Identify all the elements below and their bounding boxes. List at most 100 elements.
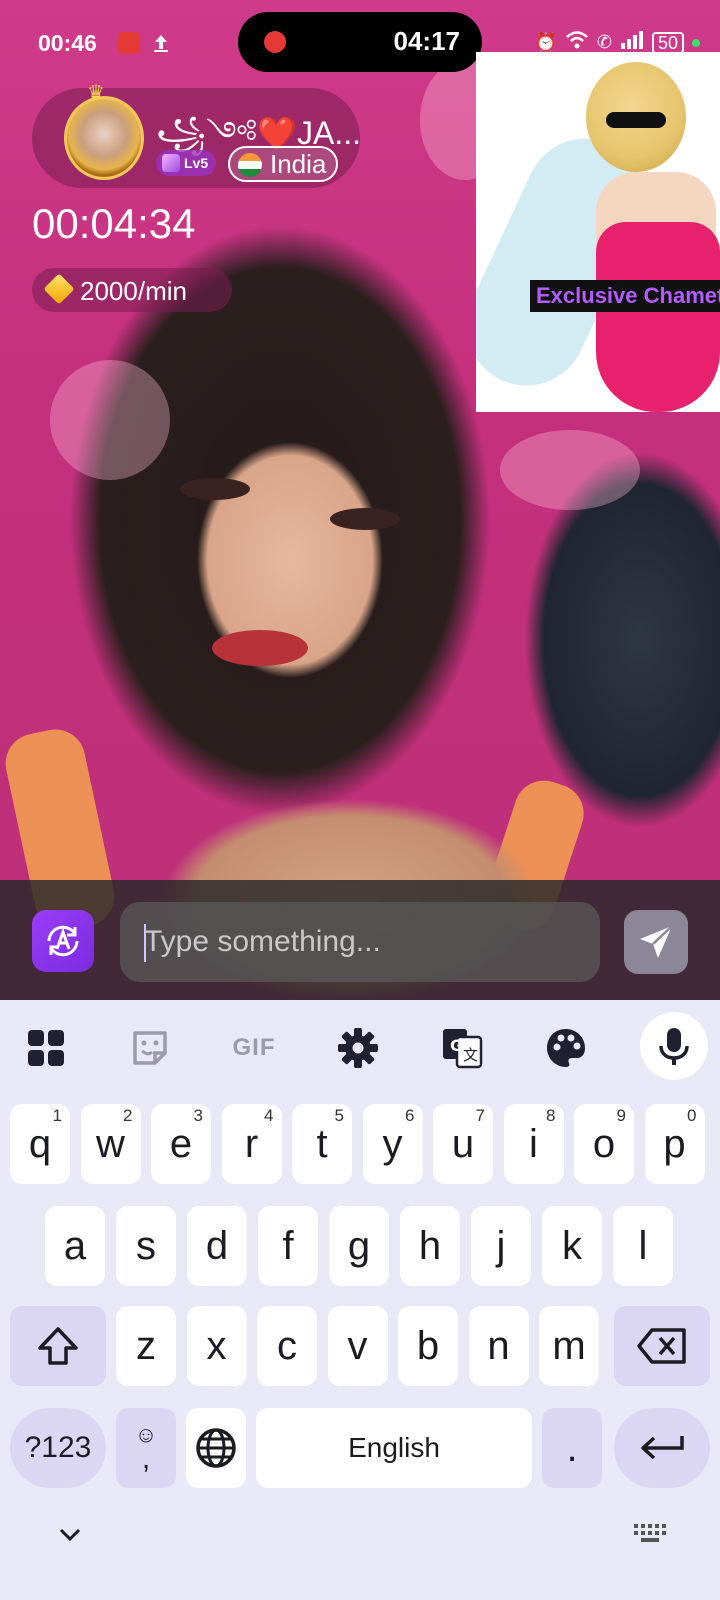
key-g[interactable]: g — [329, 1206, 389, 1286]
svg-text:G: G — [450, 1036, 463, 1055]
key-b[interactable]: b — [398, 1306, 458, 1386]
text-cursor — [144, 924, 146, 962]
key-number-hint: 4 — [264, 1106, 274, 1125]
host-profile-card[interactable]: ♛ ꧁༺❤️JA... Lv5 India — [32, 82, 361, 188]
key-q[interactable]: q1 — [10, 1104, 70, 1184]
key-r[interactable]: r4 — [221, 1104, 282, 1184]
level-badge: Lv5 — [156, 150, 217, 176]
translate-icon — [47, 925, 79, 957]
key-u[interactable]: u7 — [433, 1104, 493, 1184]
call-duration: 00:04:34 — [32, 200, 196, 247]
enter-key[interactable] — [614, 1408, 710, 1488]
key-h[interactable]: h — [400, 1206, 460, 1286]
ad-figure-swimsuit — [596, 222, 720, 412]
call-icon: ✆ — [596, 32, 612, 52]
key-number-hint: 7 — [475, 1106, 485, 1125]
key-number-hint: 0 — [687, 1106, 697, 1125]
symbols-key[interactable]: ?123 — [10, 1408, 106, 1488]
key-label: o — [592, 1121, 616, 1166]
battery-icon: 50 — [651, 31, 684, 54]
backspace-key[interactable] — [614, 1306, 710, 1386]
key-k[interactable]: k — [542, 1206, 602, 1286]
host-avatar[interactable] — [64, 96, 144, 180]
key-number-hint: 9 — [616, 1106, 626, 1125]
india-flag-icon — [238, 153, 262, 177]
call-rate: 2000/min — [80, 276, 187, 306]
upload-icon — [150, 32, 172, 54]
key-n[interactable]: n — [468, 1306, 529, 1386]
key-y[interactable]: y6 — [362, 1104, 423, 1184]
key-x[interactable]: x — [186, 1306, 247, 1386]
key-label: e — [169, 1121, 193, 1166]
voice-input-button[interactable] — [640, 1012, 708, 1080]
message-input[interactable] — [120, 902, 600, 982]
key-j[interactable]: j — [471, 1206, 531, 1286]
soft-keyboard: GIF G文 q1w2e3r4t5y6u7i8o9p0 asdfghjkl zx… — [0, 1000, 720, 1600]
space-bar[interactable]: English — [256, 1408, 532, 1488]
emoji-comma-key[interactable]: ☺ , — [116, 1408, 176, 1488]
key-label: w — [96, 1121, 125, 1166]
globe-icon — [196, 1428, 236, 1468]
translate-keyboard-icon[interactable]: G文 — [434, 1020, 490, 1076]
key-number-hint: 2 — [123, 1106, 133, 1125]
keyboard-nav-bar — [0, 1500, 720, 1600]
country-label: India — [270, 149, 327, 179]
key-label: p — [663, 1121, 686, 1166]
person-eye — [330, 508, 400, 530]
key-d[interactable]: d — [187, 1206, 247, 1286]
settings-gear-icon[interactable] — [330, 1020, 386, 1076]
background-decoration — [500, 430, 640, 510]
notification-dot — [692, 38, 700, 47]
key-number-hint: 3 — [193, 1106, 203, 1125]
gif-button[interactable]: GIF — [226, 1020, 282, 1076]
svg-text:文: 文 — [463, 1046, 478, 1064]
person-eye — [180, 478, 250, 500]
theme-palette-icon[interactable] — [538, 1020, 594, 1076]
key-w[interactable]: w2 — [80, 1104, 141, 1184]
call-rate-badge: 2000/min — [32, 268, 232, 312]
space-bar-label: English — [348, 1432, 440, 1463]
key-e[interactable]: e3 — [151, 1104, 211, 1184]
language-switch-key[interactable] — [186, 1408, 246, 1488]
key-z[interactable]: z — [116, 1306, 176, 1386]
key-label: t — [316, 1121, 328, 1166]
promo-banner[interactable]: Exclusive Chamet — [476, 52, 720, 412]
sticker-icon[interactable] — [122, 1020, 178, 1076]
send-icon — [640, 925, 673, 958]
record-indicator-icon — [264, 31, 286, 53]
key-l[interactable]: l — [613, 1206, 673, 1286]
send-button[interactable] — [624, 910, 688, 974]
period-key[interactable]: . — [542, 1408, 602, 1488]
crown-icon: ♛ — [87, 82, 105, 104]
apps-grid-icon[interactable] — [18, 1020, 74, 1076]
key-label: y — [382, 1121, 403, 1166]
key-label: r — [244, 1121, 259, 1166]
person-lips — [212, 630, 308, 666]
keyboard-toolbar: GIF G文 — [0, 1000, 720, 1096]
key-number-hint: 5 — [334, 1106, 344, 1125]
key-a[interactable]: a — [45, 1206, 105, 1286]
ad-sunglasses — [606, 112, 666, 128]
key-f[interactable]: f — [258, 1206, 318, 1286]
key-number-hint: 1 — [52, 1106, 62, 1125]
key-label: q — [28, 1121, 52, 1166]
auto-translate-button[interactable] — [32, 910, 94, 972]
key-label: u — [451, 1121, 475, 1166]
diamond-icon — [43, 273, 75, 305]
microphone-icon — [659, 1028, 689, 1065]
key-c[interactable]: c — [257, 1306, 317, 1386]
shift-key[interactable] — [10, 1306, 106, 1386]
hide-keyboard-chevron-icon[interactable] — [54, 1518, 86, 1550]
key-number-hint: 8 — [546, 1106, 556, 1125]
key-label: i — [529, 1121, 538, 1166]
enter-arrow-icon — [641, 1436, 684, 1460]
key-p[interactable]: p0 — [644, 1104, 705, 1184]
key-m[interactable]: m — [539, 1306, 599, 1386]
key-i[interactable]: i8 — [503, 1104, 564, 1184]
key-v[interactable]: v — [327, 1306, 388, 1386]
keyboard-switcher-icon[interactable] — [632, 1518, 668, 1546]
key-s[interactable]: s — [116, 1206, 176, 1286]
screen-recording-pill[interactable]: 04:17 — [238, 12, 482, 72]
key-o[interactable]: o9 — [574, 1104, 634, 1184]
key-t[interactable]: t5 — [292, 1104, 352, 1184]
